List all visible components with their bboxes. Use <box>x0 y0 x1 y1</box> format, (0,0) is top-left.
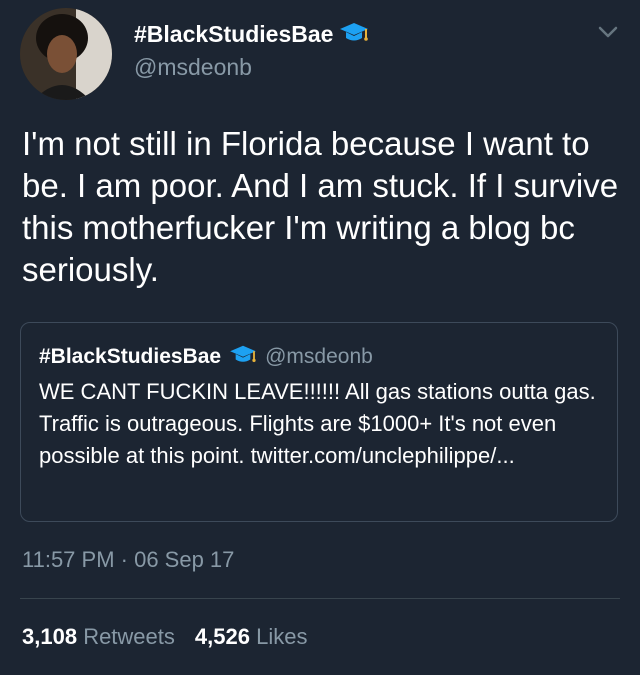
likes-stat[interactable]: 4,526 Likes <box>195 624 308 649</box>
quoted-author-handle: @msdeonb <box>265 344 373 368</box>
divider <box>20 598 620 599</box>
graduation-cap-icon <box>339 20 369 49</box>
tweet-card: #BlackStudiesBae @msdeonb I'm not still … <box>0 0 640 675</box>
quoted-author-name: #BlackStudiesBae <box>39 344 222 368</box>
retweets-stat[interactable]: 3,108 Retweets <box>22 624 175 649</box>
author-display-name[interactable]: #BlackStudiesBae <box>134 21 333 48</box>
chevron-down-icon[interactable] <box>597 24 619 40</box>
tweet-timestamp[interactable]: 11:57 PM · 06 Sep 17 <box>22 547 234 573</box>
author-handle[interactable]: @msdeonb <box>134 54 252 81</box>
retweets-label: Retweets <box>83 624 175 649</box>
likes-count: 4,526 <box>194 624 250 649</box>
author-name-row: #BlackStudiesBae <box>134 20 369 49</box>
retweets-count: 3,108 <box>22 624 78 649</box>
tweet-text: I'm not still in Florida because I want … <box>22 125 619 288</box>
graduation-cap-icon <box>229 343 257 370</box>
quoted-tweet-header: #BlackStudiesBae @msdeonb <box>39 343 373 370</box>
quoted-tweet[interactable]: #BlackStudiesBae @msdeonb WE CANT FUCKIN… <box>20 322 618 522</box>
likes-label: Likes <box>256 624 308 649</box>
quoted-tweet-text: WE CANT FUCKIN LEAVE!!!!!! All gas stati… <box>39 379 596 468</box>
avatar[interactable] <box>20 8 112 100</box>
engagement-stats: 3,108 Retweets 4,526 Likes <box>22 624 307 650</box>
